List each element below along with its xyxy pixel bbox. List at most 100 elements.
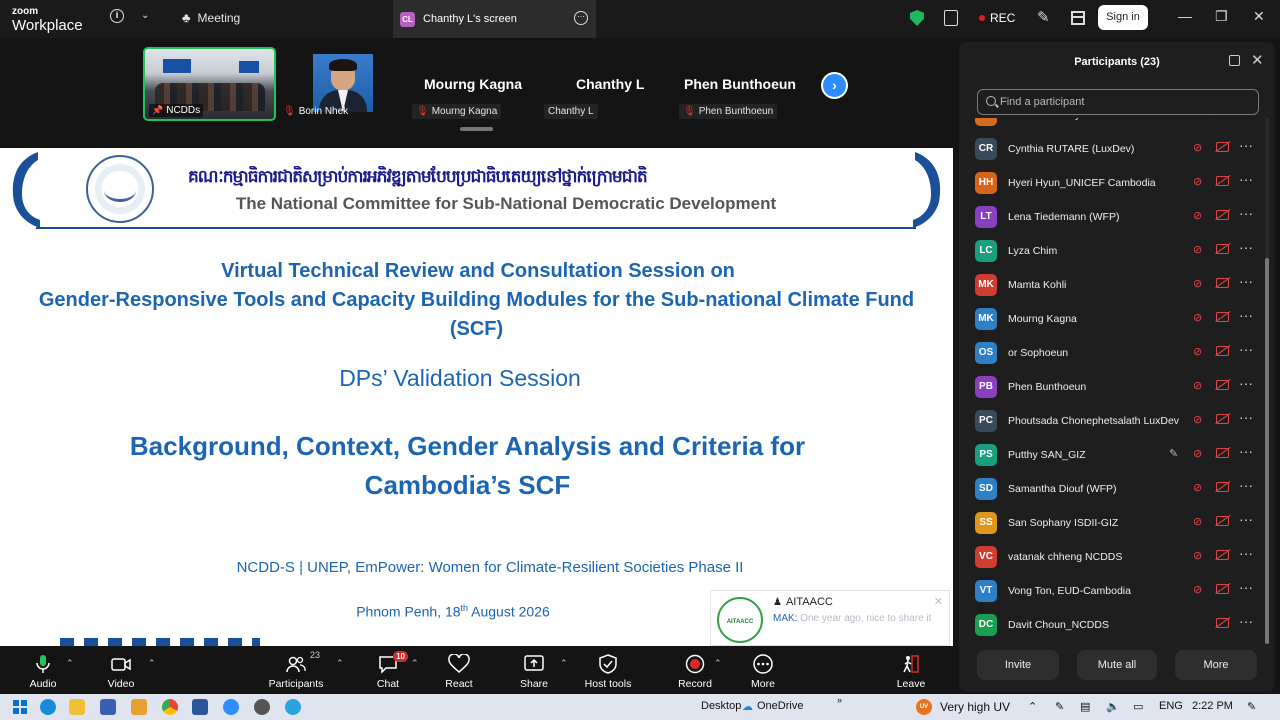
participant-list[interactable]: CS Chhorn Somaly NCDD ⊘ ··· CR Cynthia RUTARE… [959,118,1265,636]
participant-row[interactable]: LC Lyza Chim ⊘ ··· [959,234,1265,268]
video-off-icon[interactable] [1216,278,1229,288]
mic-muted-icon[interactable]: ⊘ [1193,549,1202,562]
more-toolbar-button[interactable]: More [744,646,782,694]
video-off-icon[interactable] [1216,346,1229,356]
mic-muted-icon[interactable]: ⊘ [1193,481,1202,494]
participant-more-icon[interactable]: ··· [1239,171,1253,187]
participant-row[interactable]: LT Lena Tiedemann (WFP) ⊘ ··· [959,200,1265,234]
mic-muted-icon[interactable]: ⊘ [1193,141,1202,154]
video-off-icon[interactable] [1216,176,1229,186]
view-layout-icon[interactable] [1071,11,1085,25]
share-button[interactable]: Share [514,646,554,694]
network-icon[interactable]: ▤ [1080,700,1090,713]
participant-more-icon[interactable]: ··· [1239,273,1253,289]
video-options-caret-icon[interactable]: ⌃ [148,658,156,669]
react-button[interactable]: React [440,646,478,694]
app-icon[interactable] [131,699,147,715]
participants-button[interactable]: 23 Participants [262,646,330,694]
close-icon[interactable]: ✕ [934,595,943,608]
scrollbar-thumb[interactable] [1265,258,1269,644]
meeting-tab[interactable]: ♣ Meeting [182,10,240,25]
tray-chevron-icon[interactable]: ⌃ [1028,700,1037,713]
store-icon[interactable] [100,699,116,715]
video-off-icon[interactable] [1216,210,1229,220]
word-icon[interactable] [192,699,208,715]
participant-row[interactable]: CS Chhorn Somaly NCDD ⊘ ··· [959,118,1265,132]
participant-more-icon[interactable]: ··· [1239,239,1253,255]
video-button[interactable]: Video [98,646,144,694]
mic-muted-icon[interactable]: ⊘ [1193,583,1202,596]
host-tools-button[interactable]: Host tools [580,646,636,694]
participant-row[interactable]: HH Hyeri Hyun_UNICEF Cambodia ⊘ ··· [959,166,1265,200]
language-indicator[interactable]: ENG [1159,700,1183,712]
notifications-icon[interactable]: ✎ [1247,700,1256,713]
record-options-caret-icon[interactable]: ⌃ [714,658,722,669]
participant-row[interactable]: OS or Sophoeun ⊘ ··· [959,336,1265,370]
record-button[interactable]: Record [674,646,716,694]
video-tile-borin-nhek[interactable] [313,54,373,112]
participant-row[interactable]: VT Vong Ton, EUD-Cambodia ⊘ ··· [959,574,1265,608]
settings-gear-icon[interactable] [254,699,270,715]
audio-button[interactable]: Audio [20,646,66,694]
recording-indicator[interactable]: REC [979,11,1015,25]
invite-button[interactable]: Invite [977,650,1059,680]
minimize-icon[interactable]: — [1178,8,1192,24]
participant-row[interactable]: DC Davit Choun_NCDDS ··· [959,608,1265,636]
chevron-down-icon[interactable]: ⌄ [141,10,149,21]
info-icon[interactable]: i [110,9,124,23]
participant-more-icon[interactable]: ··· [1239,545,1253,561]
participant-more-icon[interactable]: ··· [1239,579,1253,595]
audio-options-caret-icon[interactable]: ⌃ [66,658,74,669]
edge-icon[interactable] [40,699,56,715]
annotate-icon[interactable]: ✎ [1037,8,1050,26]
participant-more-icon[interactable]: ··· [1239,613,1253,629]
mic-muted-icon[interactable]: ⊘ [1193,175,1202,188]
share-options-caret-icon[interactable]: ⌃ [560,658,568,669]
battery-icon[interactable]: ▭ [1133,700,1143,713]
notes-icon[interactable] [944,10,958,26]
participant-row[interactable]: MK Mamta Kohli ⊘ ··· [959,268,1265,302]
participant-more-icon[interactable]: ··· [1239,307,1253,323]
weather-label[interactable]: Very high UV [940,700,1010,714]
participant-more-icon[interactable]: ··· [1239,511,1253,527]
participant-more-icon[interactable]: ··· [1239,375,1253,391]
video-tile-ncdds[interactable]: 📌 NCDDs [143,47,276,121]
sign-in-button[interactable]: Sign in [1098,5,1148,30]
mic-muted-icon[interactable]: ⊘ [1193,345,1202,358]
participant-more-icon[interactable]: ··· [1239,443,1253,459]
video-off-icon[interactable] [1216,618,1229,628]
video-off-icon[interactable] [1216,482,1229,492]
video-off-icon[interactable] [1216,550,1229,560]
video-off-icon[interactable] [1216,448,1229,458]
more-options-icon[interactable]: ··· [574,11,588,25]
video-off-icon[interactable] [1216,142,1229,152]
leave-button[interactable]: Leave [892,646,930,694]
zoom-taskbar-icon[interactable] [223,699,239,715]
participant-more-icon[interactable]: ··· [1239,477,1253,493]
mic-muted-icon[interactable]: ⊘ [1193,413,1202,426]
video-off-icon[interactable] [1216,380,1229,390]
shared-screen-tab[interactable]: CL Chanthy L's screen ··· [393,0,596,38]
mic-muted-icon[interactable]: ⊘ [1193,311,1202,324]
participant-row[interactable]: VC vatanak chheng NCDDS ⊘ ··· [959,540,1265,574]
participant-row[interactable]: MK Mourng Kagna ⊘ ··· [959,302,1265,336]
chat-notification[interactable]: AITAACC ♟ AITAACC MAK: One year ago, nic… [710,590,950,646]
windows-start-icon[interactable] [12,699,28,715]
participant-more-icon[interactable]: ··· [1239,118,1253,119]
participant-row[interactable]: SS San Sophany ISDII-GIZ ⊘ ··· [959,506,1265,540]
participant-row[interactable]: PB Phen Bunthoeun ⊘ ··· [959,370,1265,404]
desktop-toolbar-label[interactable]: Desktop [701,700,741,712]
video-off-icon[interactable] [1216,516,1229,526]
next-page-button[interactable]: › [821,72,848,99]
mic-muted-icon[interactable]: ⊘ [1193,447,1202,460]
participant-more-icon[interactable]: ··· [1239,341,1253,357]
participant-more-icon[interactable]: ··· [1239,137,1253,153]
participant-row[interactable]: PS Putthy SAN_GIZ ✎ ⊘ ··· [959,438,1265,472]
onedrive-label[interactable]: OneDrive [757,700,803,712]
clock[interactable]: 2:22 PM [1192,700,1233,712]
video-off-icon[interactable] [1216,244,1229,254]
close-icon[interactable]: ✕ [1253,8,1265,25]
mic-muted-icon[interactable]: ⊘ [1193,118,1202,120]
chat-options-caret-icon[interactable]: ⌃ [411,658,419,669]
telegram-icon[interactable] [285,699,301,715]
